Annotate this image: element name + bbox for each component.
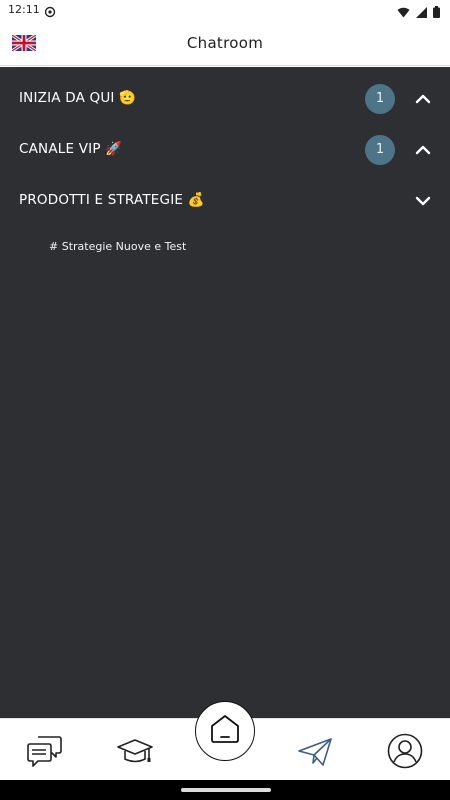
chevron-up-icon[interactable] [413,90,433,108]
app-header: Chatroom [0,22,450,66]
page-title: Chatroom [186,34,264,52]
chevron-down-icon[interactable] [413,192,433,210]
section-label: INIZIA DA QUI 🫡 [19,90,137,106]
unread-badge: 1 [365,84,395,114]
status-icons [397,3,440,22]
section-canale-vip[interactable]: CANALE VIP 🚀 1 [0,130,450,170]
chevron-up-icon[interactable] [413,141,433,159]
chatroom-list: INIZIA DA QUI 🫡 1 CANALE VIP 🚀 1 PRODOTT… [0,67,450,718]
unread-badge: 1 [365,135,395,165]
graduation-cap-icon[interactable] [115,731,155,771]
profile-icon[interactable] [385,731,425,771]
status-bar: 12:11 [0,0,450,22]
chat-bubbles-icon[interactable] [25,731,65,771]
section-label: PRODOTTI E STRATEGIE 💰 [19,192,205,208]
bottom-nav [0,701,450,780]
section-prodotti-e-strategie[interactable]: PRODOTTI E STRATEGIE 💰 [0,181,450,221]
home-icon [208,712,242,750]
channel-item[interactable]: # Strategie Nuove e Test [49,240,186,253]
signal-icon [416,3,427,22]
section-label: CANALE VIP 🚀 [19,141,123,157]
gesture-handle[interactable] [181,788,271,792]
system-gesture-bar [0,780,450,800]
home-button[interactable] [195,701,255,761]
status-time: 12:11 [8,3,40,16]
wifi-icon [397,3,410,22]
section-inizia-da-qui[interactable]: INIZIA DA QUI 🫡 1 [0,79,450,119]
battery-icon [433,3,440,22]
paper-plane-icon[interactable] [295,731,335,771]
notification-icon [44,3,56,22]
